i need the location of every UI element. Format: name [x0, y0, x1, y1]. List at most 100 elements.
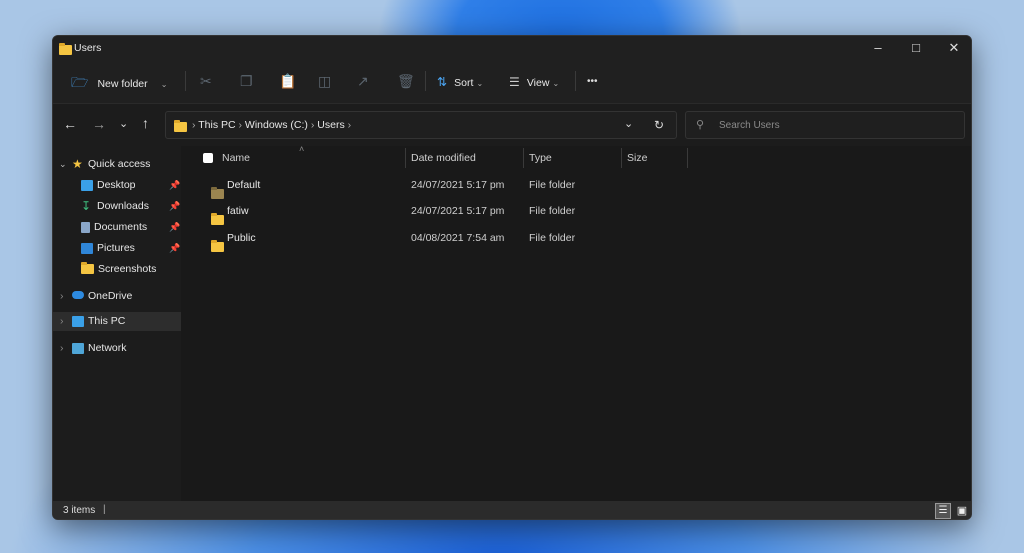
copy-icon[interactable]: ❐	[240, 73, 253, 90]
sidebar-item-label: Downloads	[97, 200, 149, 212]
view-button[interactable]: ☰ View ⌄	[509, 71, 559, 93]
breadcrumb-drive[interactable]: Windows (C:)	[245, 119, 308, 131]
breadcrumb-users[interactable]: Users	[317, 119, 344, 131]
pin-icon: 📌	[169, 222, 181, 232]
new-folder-icon: 🗁	[71, 74, 89, 90]
share-icon[interactable]: ↗	[357, 73, 369, 90]
sidebar-item-label: OneDrive	[88, 290, 133, 302]
sidebar-item-onedrive[interactable]: › OneDrive	[53, 287, 181, 305]
file-type: File folder	[529, 205, 576, 217]
address-bar[interactable]: › This PC › Windows (C:) › Users › ⌄ ↻	[165, 111, 677, 139]
chevron-down-icon: ⌄	[552, 79, 560, 88]
item-count: 3 items	[63, 505, 96, 516]
sort-button[interactable]: ⇅ Sort ⌄	[437, 71, 483, 93]
pictures-icon	[81, 242, 93, 254]
sort-label: Sort	[454, 77, 474, 89]
file-date: 04/08/2021 7:54 am	[411, 232, 505, 244]
sidebar-item-label: Network	[88, 342, 127, 354]
column-divider[interactable]	[523, 148, 524, 168]
new-folder-button[interactable]: 🗁 New folder ⌄	[71, 71, 167, 93]
window-title: Users	[74, 42, 102, 54]
column-headers: ˄ Name Date modified Type Size	[181, 144, 971, 170]
title-bar: Users – □ ✕	[53, 36, 971, 61]
sort-icon: ⇅	[437, 75, 448, 89]
sidebar-item-label: Quick access	[88, 158, 151, 170]
search-icon: ⚲	[696, 119, 705, 131]
breadcrumb-this-pc[interactable]: This PC	[198, 119, 235, 131]
column-header-name[interactable]: Name	[222, 152, 250, 164]
search-input[interactable]: Search Users	[719, 120, 780, 131]
column-divider[interactable]	[405, 148, 406, 168]
folder-icon	[211, 240, 224, 253]
chevron-right-icon: ›	[60, 342, 64, 354]
chevron-down-icon: ⌄	[160, 80, 168, 89]
sidebar-item-desktop[interactable]: Desktop 📌	[53, 176, 181, 194]
file-type: File folder	[529, 179, 576, 191]
chevron-down-icon: ⌄	[476, 79, 484, 88]
column-header-type[interactable]: Type	[529, 152, 552, 164]
folder-icon	[174, 120, 187, 133]
maximize-button[interactable]: □	[901, 40, 931, 55]
file-date: 24/07/2021 5:17 pm	[411, 179, 505, 191]
forward-button[interactable]: →	[92, 116, 106, 132]
computer-icon	[72, 316, 84, 327]
sidebar-item-downloads[interactable]: ↧ Downloads 📌	[53, 197, 181, 215]
more-options-button[interactable]: •••	[587, 76, 598, 87]
view-label: View	[526, 77, 550, 89]
table-row[interactable]: fatiw 24/07/2021 5:17 pm File folder	[181, 198, 971, 226]
new-folder-label: New folder	[97, 78, 148, 90]
column-header-date[interactable]: Date modified	[411, 152, 476, 164]
desktop-icon	[81, 179, 93, 191]
delete-icon[interactable]: 🗑	[397, 73, 415, 90]
search-box[interactable]: ⚲ Search Users	[685, 111, 965, 139]
file-name: Public	[227, 232, 256, 244]
address-dropdown-button[interactable]: ⌄	[624, 117, 633, 130]
sidebar-item-documents[interactable]: Documents 📌	[53, 218, 181, 236]
column-divider[interactable]	[687, 148, 688, 168]
sidebar-item-screenshots[interactable]: Screenshots	[53, 260, 181, 278]
divider	[185, 71, 186, 91]
download-icon: ↧	[81, 198, 92, 213]
file-type: File folder	[529, 232, 576, 244]
cut-icon[interactable]: ✂	[200, 73, 212, 90]
file-date: 24/07/2021 5:17 pm	[411, 205, 505, 217]
back-button[interactable]: ←	[63, 116, 77, 132]
table-row[interactable]: Default 24/07/2021 5:17 pm File folder	[181, 172, 971, 200]
sidebar-item-pictures[interactable]: Pictures 📌	[53, 239, 181, 257]
chevron-right-icon: ›	[60, 290, 64, 302]
folder-icon	[59, 43, 72, 56]
recent-locations-button[interactable]: ⌄	[119, 117, 128, 130]
status-divider: |	[103, 504, 106, 515]
status-bar: 3 items | ☰ ▣	[53, 501, 971, 519]
details-view-button[interactable]: ☰	[935, 503, 951, 519]
sidebar-item-label: Desktop	[97, 179, 136, 191]
column-divider[interactable]	[621, 148, 622, 168]
pin-icon: 📌	[169, 243, 181, 253]
close-button[interactable]: ✕	[939, 40, 969, 56]
table-row[interactable]: Public 04/08/2021 7:54 am File folder	[181, 225, 971, 253]
sidebar-item-label: Pictures	[97, 242, 135, 254]
sidebar-item-this-pc[interactable]: › This PC	[53, 312, 181, 331]
folder-icon	[211, 213, 224, 226]
pin-icon: 📌	[169, 201, 181, 211]
chevron-right-icon: ›	[60, 315, 64, 327]
rename-icon[interactable]: ◫	[318, 73, 331, 90]
column-header-size[interactable]: Size	[627, 152, 647, 164]
file-name: Default	[227, 179, 261, 191]
divider	[425, 71, 426, 91]
refresh-button[interactable]: ↻	[654, 118, 664, 132]
up-button[interactable]: ↑	[142, 115, 149, 131]
sidebar-item-quick-access[interactable]: ⌄ ★ Quick access	[53, 155, 181, 173]
large-icons-view-button[interactable]: ▣	[954, 503, 970, 519]
address-row: ← → ⌄ ↑ › This PC › Windows (C:) › Users…	[53, 104, 971, 146]
select-all-checkbox[interactable]	[203, 153, 213, 163]
file-name: fatiw	[227, 205, 249, 217]
paste-icon[interactable]: 📋	[279, 73, 296, 90]
star-icon: ★	[72, 157, 83, 171]
navigation-pane: ⌄ ★ Quick access Desktop 📌 ↧ Downloads 📌 Do…	[53, 146, 181, 501]
minimize-button[interactable]: –	[863, 40, 893, 55]
cloud-icon	[72, 291, 84, 299]
sidebar-item-network[interactable]: › Network	[53, 339, 181, 357]
network-icon	[72, 343, 84, 354]
file-explorer-window: Users – □ ✕ 🗁 New folder ⌄ ✂ ❐ 📋 ◫ ↗ 🗑 ⇅…	[52, 35, 972, 520]
